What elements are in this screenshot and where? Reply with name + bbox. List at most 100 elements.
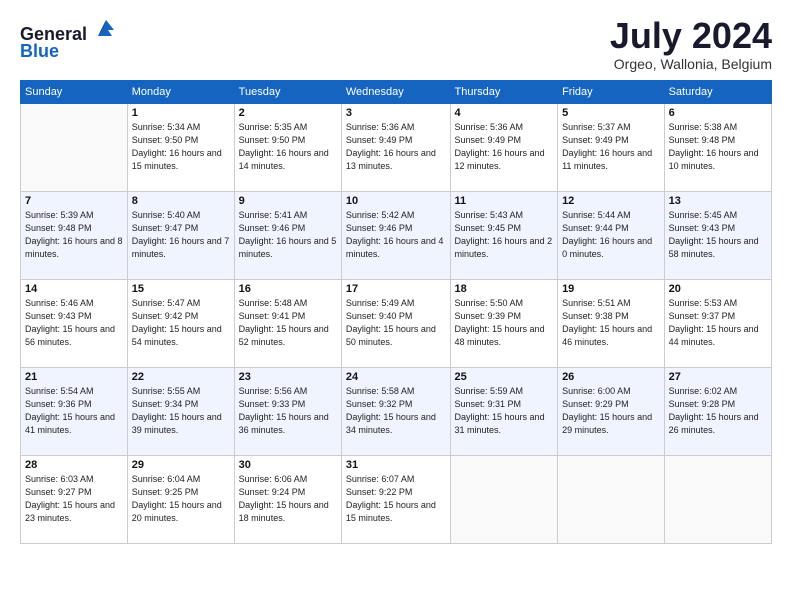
table-row: 24Sunrise: 5:58 AM Sunset: 9:32 PM Dayli…: [341, 367, 450, 455]
table-row: 29 Sunrise: 6:04 AM Sunset: 9:25 PM Dayli…: [127, 455, 234, 543]
table-row: 30 Sunrise: 6:06 AM Sunset: 9:24 PM Dayli…: [234, 455, 341, 543]
table-row: 14 Sunrise: 5:46 AM Sunset: 9:43 PM Dayli…: [21, 279, 128, 367]
table-row: 8 Sunrise: 5:40 AM Sunset: 9:47 PM Daylig…: [127, 191, 234, 279]
day-info: Sunrise: 5:41 AM Sunset: 9:46 PM Dayligh…: [239, 209, 337, 261]
day-number: 25: [455, 371, 554, 383]
day-info: Sunrise: 5:53 AM Sunset: 9:37 PM Dayligh…: [669, 297, 767, 349]
table-row: 19Sunrise: 5:51 AM Sunset: 9:38 PM Dayli…: [558, 279, 665, 367]
day-info: Sunrise: 5:47 AM Sunset: 9:42 PM Dayligh…: [132, 297, 230, 349]
day-info: Sunrise: 5:48 AM Sunset: 9:41 PM Dayligh…: [239, 297, 337, 349]
calendar-week-row: 7 Sunrise: 5:39 AM Sunset: 9:48 PM Daylig…: [21, 191, 772, 279]
table-row: [450, 455, 558, 543]
col-sunday: Sunday: [21, 80, 128, 103]
month-title: July 2024: [610, 16, 772, 56]
location: Orgeo, Wallonia, Belgium: [610, 56, 772, 72]
day-number: 10: [346, 195, 446, 207]
day-info: Sunrise: 5:38 AM Sunset: 9:48 PM Dayligh…: [669, 121, 767, 173]
day-info: Sunrise: 5:42 AM Sunset: 9:46 PM Dayligh…: [346, 209, 446, 261]
table-row: 6 Sunrise: 5:38 AM Sunset: 9:48 PM Daylig…: [664, 103, 771, 191]
day-number: 13: [669, 195, 767, 207]
header: General Blue July 2024 Orgeo, Wallonia, …: [20, 16, 772, 72]
table-row: 17Sunrise: 5:49 AM Sunset: 9:40 PM Dayli…: [341, 279, 450, 367]
day-info: Sunrise: 5:44 AM Sunset: 9:44 PM Dayligh…: [562, 209, 660, 261]
day-number: 3: [346, 107, 446, 119]
calendar-header-row: Sunday Monday Tuesday Wednesday Thursday…: [21, 80, 772, 103]
day-info: Sunrise: 5:34 AM Sunset: 9:50 PM Dayligh…: [132, 121, 230, 173]
col-thursday: Thursday: [450, 80, 558, 103]
day-info: Sunrise: 5:45 AM Sunset: 9:43 PM Dayligh…: [669, 209, 767, 261]
day-info: Sunrise: 5:50 AM Sunset: 9:39 PM Dayligh…: [455, 297, 554, 349]
calendar-table: Sunday Monday Tuesday Wednesday Thursday…: [20, 80, 772, 544]
col-tuesday: Tuesday: [234, 80, 341, 103]
day-info: Sunrise: 6:03 AM Sunset: 9:27 PM Dayligh…: [25, 473, 123, 525]
day-number: 11: [455, 195, 554, 207]
day-number: 27: [669, 371, 767, 383]
day-number: 8: [132, 195, 230, 207]
calendar-week-row: 21Sunrise: 5:54 AM Sunset: 9:36 PM Dayli…: [21, 367, 772, 455]
day-info: Sunrise: 5:54 AM Sunset: 9:36 PM Dayligh…: [25, 385, 123, 437]
day-info: Sunrise: 5:56 AM Sunset: 9:33 PM Dayligh…: [239, 385, 337, 437]
table-row: 13 Sunrise: 5:45 AM Sunset: 9:43 PM Dayli…: [664, 191, 771, 279]
table-row: 2 Sunrise: 5:35 AM Sunset: 9:50 PM Daylig…: [234, 103, 341, 191]
table-row: 25 Sunrise: 5:59 AM Sunset: 9:31 PM Dayli…: [450, 367, 558, 455]
col-saturday: Saturday: [664, 80, 771, 103]
day-number: 2: [239, 107, 337, 119]
day-info: Sunrise: 5:37 AM Sunset: 9:49 PM Dayligh…: [562, 121, 660, 173]
table-row: [558, 455, 665, 543]
day-number: 7: [25, 195, 123, 207]
day-number: 1: [132, 107, 230, 119]
calendar-week-row: 28 Sunrise: 6:03 AM Sunset: 9:27 PM Dayli…: [21, 455, 772, 543]
day-number: 14: [25, 283, 123, 295]
table-row: 27 Sunrise: 6:02 AM Sunset: 9:28 PM Dayli…: [664, 367, 771, 455]
table-row: 16 Sunrise: 5:48 AM Sunset: 9:41 PM Dayli…: [234, 279, 341, 367]
day-info: Sunrise: 6:02 AM Sunset: 9:28 PM Dayligh…: [669, 385, 767, 437]
table-row: 21Sunrise: 5:54 AM Sunset: 9:36 PM Dayli…: [21, 367, 128, 455]
day-number: 20: [669, 283, 767, 295]
table-row: 26Sunrise: 6:00 AM Sunset: 9:29 PM Dayli…: [558, 367, 665, 455]
day-number: 23: [239, 371, 337, 383]
table-row: 1 Sunrise: 5:34 AM Sunset: 9:50 PM Daylig…: [127, 103, 234, 191]
col-friday: Friday: [558, 80, 665, 103]
day-info: Sunrise: 5:39 AM Sunset: 9:48 PM Dayligh…: [25, 209, 123, 261]
day-number: 31: [346, 459, 446, 471]
day-number: 28: [25, 459, 123, 471]
table-row: 20 Sunrise: 5:53 AM Sunset: 9:37 PM Dayli…: [664, 279, 771, 367]
day-info: Sunrise: 5:43 AM Sunset: 9:45 PM Dayligh…: [455, 209, 554, 261]
title-section: July 2024 Orgeo, Wallonia, Belgium: [610, 16, 772, 72]
calendar-page: General Blue July 2024 Orgeo, Wallonia, …: [0, 0, 792, 612]
day-info: Sunrise: 6:06 AM Sunset: 9:24 PM Dayligh…: [239, 473, 337, 525]
day-info: Sunrise: 5:46 AM Sunset: 9:43 PM Dayligh…: [25, 297, 123, 349]
table-row: 10 Sunrise: 5:42 AM Sunset: 9:46 PM Dayli…: [341, 191, 450, 279]
day-info: Sunrise: 6:04 AM Sunset: 9:25 PM Dayligh…: [132, 473, 230, 525]
logo: General Blue: [20, 16, 118, 62]
day-number: 6: [669, 107, 767, 119]
calendar-week-row: 14 Sunrise: 5:46 AM Sunset: 9:43 PM Dayli…: [21, 279, 772, 367]
calendar-week-row: 1 Sunrise: 5:34 AM Sunset: 9:50 PM Daylig…: [21, 103, 772, 191]
day-info: Sunrise: 5:59 AM Sunset: 9:31 PM Dayligh…: [455, 385, 554, 437]
table-row: 31 Sunrise: 6:07 AM Sunset: 9:22 PM Dayli…: [341, 455, 450, 543]
day-info: Sunrise: 5:35 AM Sunset: 9:50 PM Dayligh…: [239, 121, 337, 173]
table-row: 9Sunrise: 5:41 AM Sunset: 9:46 PM Daylig…: [234, 191, 341, 279]
table-row: 12 Sunrise: 5:44 AM Sunset: 9:44 PM Dayli…: [558, 191, 665, 279]
day-number: 15: [132, 283, 230, 295]
day-number: 26: [562, 371, 660, 383]
table-row: 18Sunrise: 5:50 AM Sunset: 9:39 PM Dayli…: [450, 279, 558, 367]
day-number: 12: [562, 195, 660, 207]
day-number: 4: [455, 107, 554, 119]
day-info: Sunrise: 6:07 AM Sunset: 9:22 PM Dayligh…: [346, 473, 446, 525]
day-number: 16: [239, 283, 337, 295]
day-info: Sunrise: 5:55 AM Sunset: 9:34 PM Dayligh…: [132, 385, 230, 437]
table-row: 28 Sunrise: 6:03 AM Sunset: 9:27 PM Dayli…: [21, 455, 128, 543]
table-row: [664, 455, 771, 543]
table-row: 11 Sunrise: 5:43 AM Sunset: 9:45 PM Dayli…: [450, 191, 558, 279]
col-monday: Monday: [127, 80, 234, 103]
day-info: Sunrise: 5:36 AM Sunset: 9:49 PM Dayligh…: [346, 121, 446, 173]
day-info: Sunrise: 5:36 AM Sunset: 9:49 PM Dayligh…: [455, 121, 554, 173]
table-row: 15 Sunrise: 5:47 AM Sunset: 9:42 PM Dayli…: [127, 279, 234, 367]
day-number: 30: [239, 459, 337, 471]
day-number: 29: [132, 459, 230, 471]
table-row: [21, 103, 128, 191]
day-info: Sunrise: 5:51 AM Sunset: 9:38 PM Dayligh…: [562, 297, 660, 349]
day-info: Sunrise: 5:40 AM Sunset: 9:47 PM Dayligh…: [132, 209, 230, 261]
day-number: 22: [132, 371, 230, 383]
